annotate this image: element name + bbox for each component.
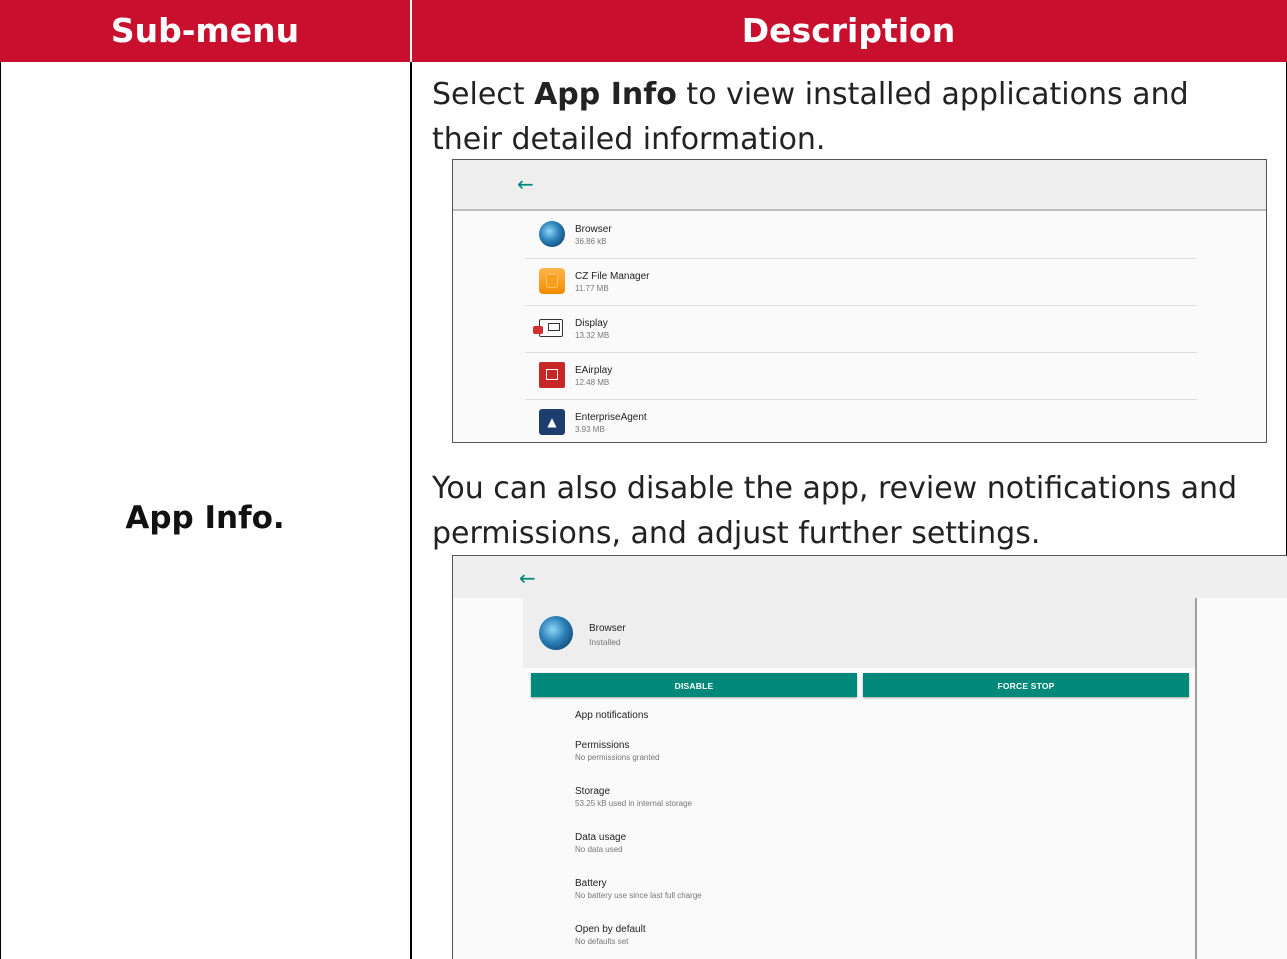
eairplay-icon xyxy=(539,362,565,388)
description-paragraph-2: You can also disable the app, review not… xyxy=(432,471,1238,551)
option-title: App notifications xyxy=(575,710,649,721)
option-title: Storage xyxy=(575,786,611,797)
app-size: 13.32 MB xyxy=(575,331,610,340)
app-list-toolbar: ← xyxy=(453,160,1266,211)
option-subtitle: No data used xyxy=(575,845,623,854)
option-title: Open by default xyxy=(575,924,646,935)
app-name: Browser xyxy=(575,224,612,235)
app-size: 36.86 kB xyxy=(575,237,607,246)
detail-app-name: Browser xyxy=(589,623,626,634)
app-name: Display xyxy=(575,318,608,329)
browser-icon xyxy=(539,221,565,247)
file-manager-icon xyxy=(539,268,565,294)
option-open-by-default[interactable]: Open by default No defaults set xyxy=(575,924,646,946)
scrollbar[interactable] xyxy=(1195,598,1197,959)
force-stop-button[interactable]: FORCE STOP xyxy=(863,673,1189,697)
app-size: 3.93 MB xyxy=(575,425,605,434)
submenu-name: App Info. xyxy=(125,500,285,536)
app-size: 11.77 MB xyxy=(575,284,609,293)
app-name: EAirplay xyxy=(575,365,613,376)
app-list: Browser 36.86 kB CZ File Manager 11.77 M… xyxy=(453,211,1266,442)
arrow-left-icon[interactable]: ← xyxy=(519,566,536,590)
p1-bold: App Info xyxy=(534,77,677,112)
option-battery[interactable]: Battery No battery use since last full c… xyxy=(575,878,702,900)
option-title: Battery xyxy=(575,878,607,889)
detail-app-status: Installed xyxy=(589,637,621,647)
option-data-usage[interactable]: Data usage No data used xyxy=(575,832,626,854)
app-detail-toolbar: ← xyxy=(453,556,1287,598)
app-name: CZ File Manager xyxy=(575,271,650,282)
description-paragraph-1: Select App Info to view installed applic… xyxy=(432,72,1252,162)
disable-button[interactable]: DISABLE xyxy=(531,673,857,697)
p1-prefix: Select xyxy=(432,77,535,112)
option-app-notifications[interactable]: App notifications xyxy=(575,710,648,721)
option-subtitle: 53.25 kB used in internal storage xyxy=(575,799,692,808)
display-icon xyxy=(533,319,563,337)
header-description: Description xyxy=(741,11,956,50)
column-divider xyxy=(410,62,412,959)
option-title: Permissions xyxy=(575,740,630,751)
option-title: Data usage xyxy=(575,832,627,843)
list-item[interactable]: Browser 36.86 kB xyxy=(525,211,1197,259)
option-permissions[interactable]: Permissions No permissions granted xyxy=(575,740,659,762)
browser-icon xyxy=(539,616,573,650)
app-detail-screenshot: ← Browser Installed DISABLE FORCE STOP A… xyxy=(452,555,1287,959)
arrow-left-icon[interactable]: ← xyxy=(517,172,534,196)
list-item[interactable]: ▲ EnterpriseAgent 3.93 MB xyxy=(525,399,1197,442)
list-item[interactable]: EAirplay 12.48 MB xyxy=(525,352,1197,400)
option-subtitle: No battery use since last full charge xyxy=(575,891,702,900)
table-header: Sub-menu Description xyxy=(0,0,1287,62)
list-item[interactable]: Display 13.32 MB xyxy=(525,305,1197,353)
enterprise-agent-icon: ▲ xyxy=(539,409,565,435)
app-list-screenshot: ← Browser 36.86 kB CZ File Manager 11.77… xyxy=(452,159,1267,443)
app-name: EnterpriseAgent xyxy=(575,412,647,423)
app-size: 12.48 MB xyxy=(575,378,610,387)
option-subtitle: No defaults set xyxy=(575,937,629,946)
list-item[interactable]: CZ File Manager 11.77 MB xyxy=(525,258,1197,306)
option-storage[interactable]: Storage 53.25 kB used in internal storag… xyxy=(575,786,692,808)
option-subtitle: No permissions granted xyxy=(575,753,660,762)
header-submenu: Sub-menu xyxy=(110,11,300,50)
